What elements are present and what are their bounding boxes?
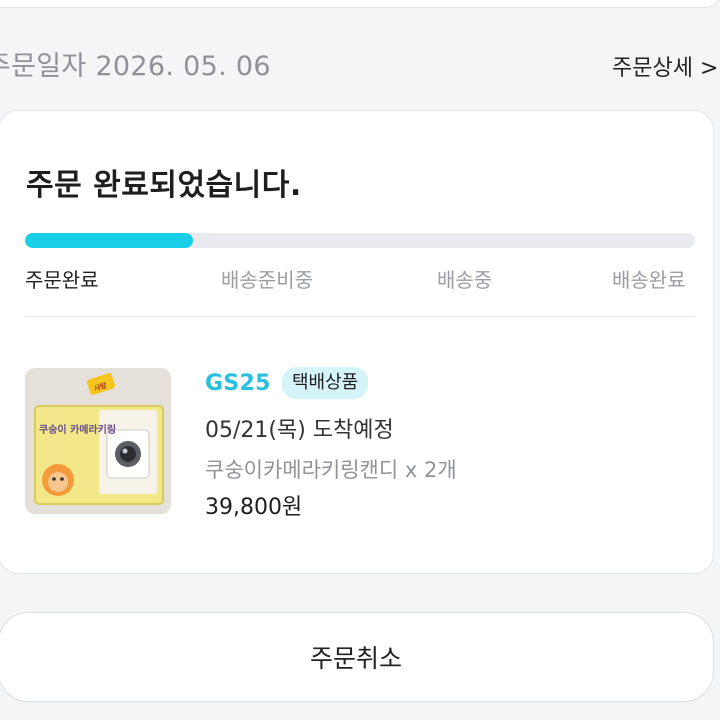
- order-detail-link[interactable]: 주문상세 >: [612, 50, 718, 82]
- cancel-order-button[interactable]: 주문취소: [0, 612, 714, 702]
- status-title: 주문 완료되었습니다.: [26, 168, 302, 203]
- step-preparing: 배송준비중: [221, 268, 313, 292]
- product-price: 39,800원: [205, 495, 303, 520]
- box-text: 쿠숭이 카메라키링: [39, 423, 116, 436]
- arrival-estimate: 05/21(목) 도착예정: [205, 418, 394, 443]
- previous-card-edge: [0, 0, 720, 8]
- product-name[interactable]: 쿠숭이카메라키링캔디 x 2개: [205, 454, 457, 484]
- product-thumbnail[interactable]: 쿠숭이 카메라키링 사탕: [25, 368, 171, 514]
- product-image: 쿠숭이 카메라키링 사탕: [25, 368, 171, 514]
- step-order-complete: 주문완료: [25, 268, 99, 292]
- step-shipping: 배송중: [437, 268, 493, 292]
- delivery-progress-bar: [25, 233, 695, 248]
- progress-fill: [25, 233, 193, 248]
- step-delivered: 배송완료: [612, 268, 686, 292]
- delivery-type-badge: 택배상품: [282, 367, 369, 399]
- divider: [25, 316, 695, 317]
- brand-label: GS25: [205, 371, 271, 396]
